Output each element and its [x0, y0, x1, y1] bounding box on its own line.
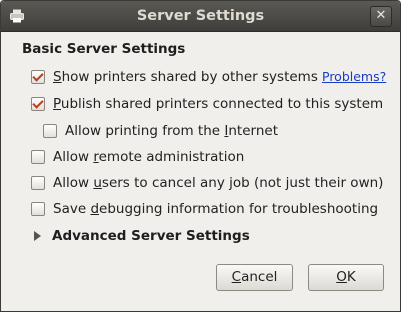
- option-show-shared-printers[interactable]: Show printers shared by other systems: [31, 67, 318, 87]
- option-label: Allow users to cancel any job (not just …: [53, 175, 384, 191]
- option-label: Allow remote administration: [53, 149, 245, 165]
- ok-button[interactable]: OK: [308, 264, 384, 291]
- close-icon: ✕: [375, 8, 387, 23]
- option-allow-internet-printing[interactable]: Allow printing from the Internet: [43, 121, 278, 141]
- problems-link[interactable]: Problems?: [322, 69, 386, 84]
- option-label: Publish shared printers connected to thi…: [53, 96, 384, 112]
- option-remote-administration[interactable]: Allow remote administration: [31, 147, 244, 167]
- checkbox-save-debugging-info[interactable]: [31, 202, 45, 216]
- option-save-debugging-info[interactable]: Save debugging information for troublesh…: [31, 199, 378, 219]
- window-title: Server Settings: [136, 8, 265, 24]
- option-label: Save debugging information for troublesh…: [53, 201, 379, 217]
- checkbox-publish-shared-printers[interactable]: [31, 97, 45, 111]
- checkbox-show-shared-printers[interactable]: [31, 70, 45, 84]
- checkbox-users-cancel-any-job[interactable]: [31, 176, 45, 190]
- section-heading: Basic Server Settings: [22, 41, 186, 57]
- cancel-button[interactable]: Cancel: [216, 264, 293, 291]
- option-users-cancel-any-job[interactable]: Allow users to cancel any job (not just …: [31, 173, 383, 193]
- close-button[interactable]: ✕: [370, 6, 392, 27]
- option-publish-shared-printers[interactable]: Publish shared printers connected to thi…: [31, 94, 383, 114]
- server-settings-dialog: Server Settings ✕ Basic Server Settings …: [0, 0, 401, 312]
- advanced-settings-label: Advanced Server Settings: [52, 228, 250, 244]
- checkbox-remote-administration[interactable]: [31, 150, 45, 164]
- option-label: Show printers shared by other systems: [53, 69, 318, 85]
- advanced-settings-expander[interactable]: Advanced Server Settings: [34, 228, 250, 244]
- triangle-right-icon: [34, 231, 41, 241]
- checkbox-allow-internet-printing[interactable]: [43, 124, 57, 138]
- title-bar: Server Settings ✕: [1, 1, 400, 32]
- option-label: Allow printing from the Internet: [65, 123, 278, 139]
